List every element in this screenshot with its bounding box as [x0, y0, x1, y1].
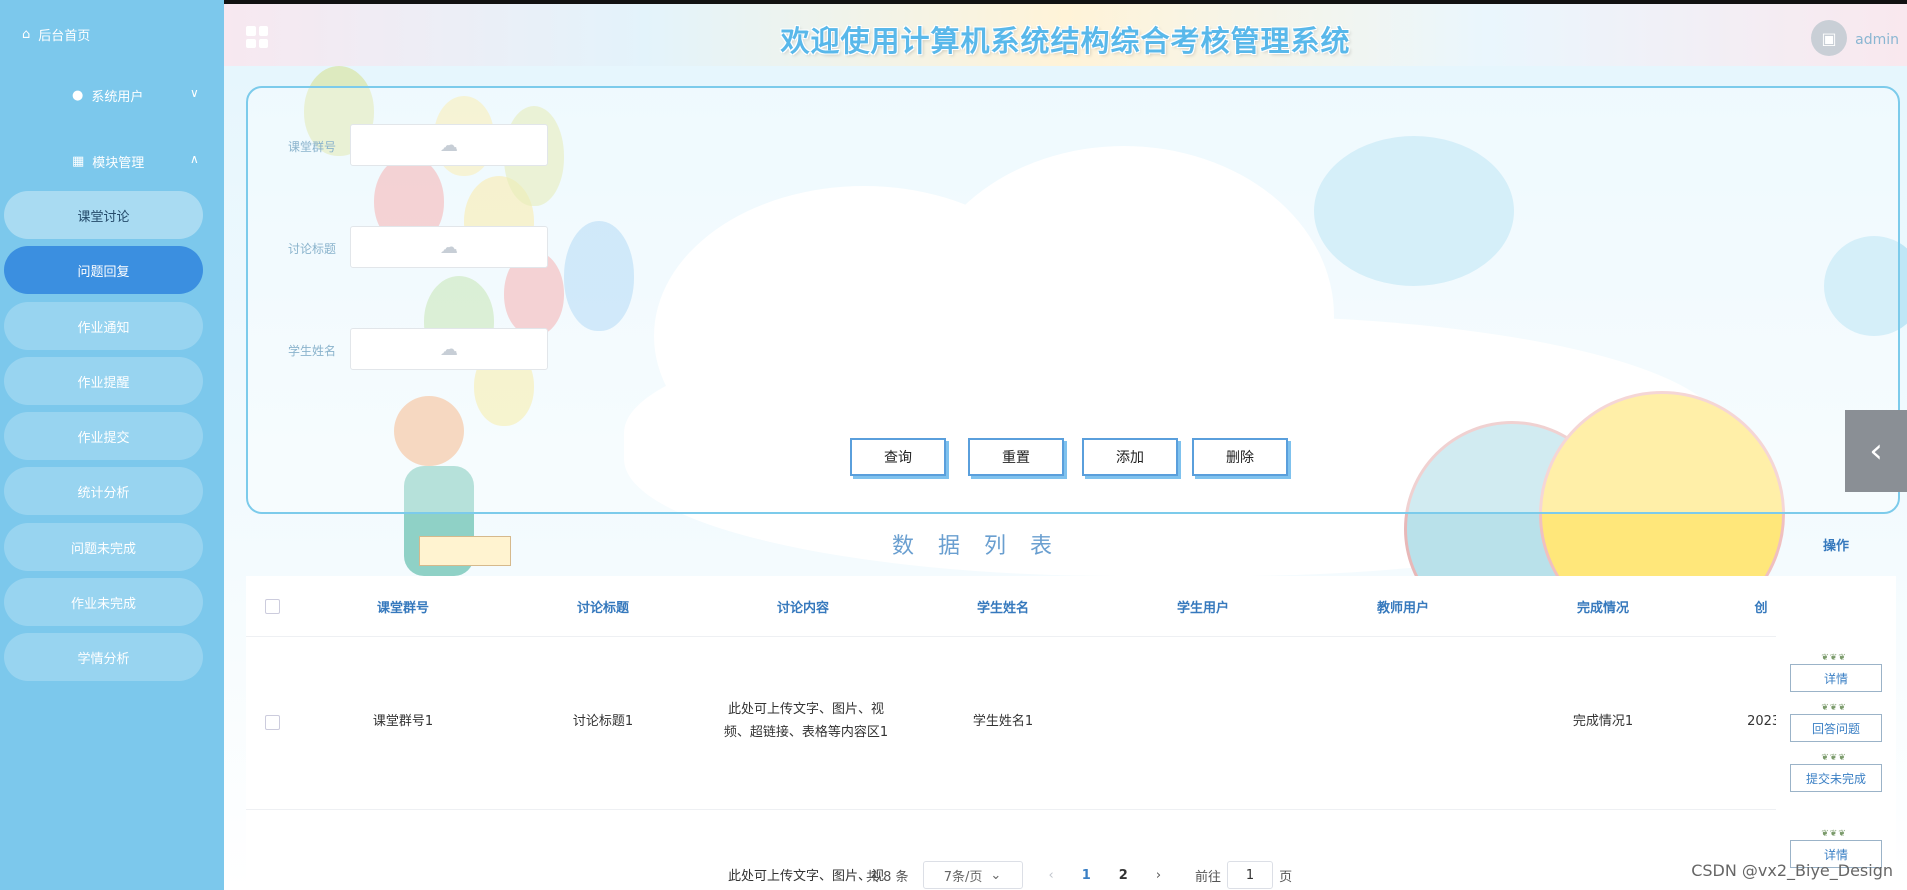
sidebar-group-module-management[interactable]: ▦ 模块管理: [72, 152, 144, 171]
leaf-decoration: ❦❦❦: [1821, 653, 1847, 663]
title-input[interactable]: ☁: [350, 226, 548, 268]
grid-icon: ▦: [72, 154, 85, 169]
sidebar-item-homework-submit[interactable]: 作业提交: [4, 412, 203, 460]
sidebar: ⌂ 后台首页 ● 系统用户 ∨ ▦ 模块管理 ∧ 课堂讨论 问题回复 作业通知 …: [0, 0, 224, 890]
sidebar-item-learning-analysis[interactable]: 学情分析: [4, 633, 203, 681]
column-header[interactable]: 讨论内容: [738, 576, 868, 636]
next-page-button[interactable]: ›: [1156, 868, 1161, 883]
cell-student-user: [1138, 696, 1268, 746]
sidebar-item-question-reply[interactable]: 问题回复: [4, 246, 203, 294]
actions-column: 操作 ❦❦❦ 详情 ❦❦❦ 回答问题 ❦❦❦ 提交未完成 ❦❦❦ 详情: [1776, 539, 1896, 890]
sidebar-item-question-incomplete[interactable]: 问题未完成: [4, 523, 203, 571]
cloud-icon: ☁: [440, 134, 458, 156]
select-all-checkbox[interactable]: [265, 599, 280, 614]
page-size-select[interactable]: 7条/页 ⌄: [922, 861, 1023, 889]
cell-group: 课堂群号1: [372, 713, 434, 729]
cell-student-name: 学生姓名1: [972, 713, 1034, 729]
collapse-panel-button[interactable]: ‹: [1845, 410, 1907, 492]
column-header[interactable]: 创: [1746, 576, 1776, 636]
page-2-button[interactable]: 2: [1119, 868, 1128, 883]
goto-label: 前往: [1195, 869, 1222, 885]
row-divider: [246, 636, 1806, 637]
chevron-left-icon: ‹: [1869, 431, 1883, 471]
sidebar-item-classroom-discussion[interactable]: 课堂讨论: [4, 191, 203, 239]
column-header: 操作: [1822, 538, 1849, 554]
reset-button[interactable]: 重置: [968, 438, 1064, 476]
cloud-icon: ☁: [440, 338, 458, 360]
cell-teacher-user: [1338, 696, 1468, 746]
add-button[interactable]: 添加: [1082, 438, 1178, 476]
student-name-input[interactable]: ☁: [350, 328, 548, 370]
cell-status: 完成情况1: [1572, 713, 1634, 729]
top-header: 欢迎使用计算机系统结构综合考核管理系统 ▣ admin: [224, 0, 1907, 70]
column-header[interactable]: 课堂群号: [338, 576, 468, 636]
main-content: 课堂群号 ☁ 讨论标题 ☁ 学生姓名 ☁ 查询 重置 添加 删除 数据列表 课堂…: [224, 66, 1907, 890]
field-label-title: 讨论标题: [288, 242, 337, 256]
sidebar-item-homework-notice[interactable]: 作业通知: [4, 302, 203, 350]
data-table: 课堂群号 讨论标题 讨论内容 学生姓名 学生用户 教师用户 完成情况 创 课堂群…: [246, 576, 1806, 890]
sidebar-item-statistics[interactable]: 统计分析: [4, 467, 203, 515]
watermark: CSDN @vx2_Biye_Design: [1691, 861, 1893, 880]
avatar[interactable]: ▣: [1811, 20, 1847, 56]
prev-page-button[interactable]: ‹: [1049, 868, 1054, 883]
goto-unit: 页: [1279, 869, 1293, 885]
chevron-down-icon[interactable]: ∨: [190, 86, 199, 100]
leaf-decoration: ❦❦❦: [1821, 703, 1847, 713]
row-checkbox[interactable]: [265, 715, 280, 730]
query-button[interactable]: 查询: [850, 438, 946, 476]
leaf-decoration: ❦❦❦: [1821, 829, 1847, 839]
column-header[interactable]: 学生用户: [1138, 576, 1268, 636]
pagination: 共 8 条 7条/页 ⌄ ‹ 1 2 › 前往 1 页: [866, 861, 1292, 889]
user-icon: ●: [72, 88, 84, 103]
column-header[interactable]: 讨论标题: [538, 576, 668, 636]
chevron-down-icon: ⌄: [990, 867, 1002, 883]
list-title: 数据列表: [891, 534, 1076, 559]
field-label-group: 课堂群号: [288, 140, 337, 154]
sidebar-group-system-users[interactable]: ● 系统用户: [72, 86, 143, 105]
delete-button[interactable]: 删除: [1192, 438, 1288, 476]
group-input[interactable]: ☁: [350, 124, 548, 166]
cell-content: 此处可上传文字、图片、视 频、超链接、表格等内容区1: [723, 702, 889, 740]
chevron-up-icon[interactable]: ∧: [190, 152, 199, 166]
sidebar-item-homework-reminder[interactable]: 作业提醒: [4, 357, 203, 405]
leaf-decoration: ❦❦❦: [1821, 753, 1847, 763]
total-count: 共 8 条: [866, 869, 909, 885]
home-icon: ⌂: [22, 27, 31, 42]
answer-question-button[interactable]: 回答问题: [1790, 714, 1882, 742]
column-header[interactable]: 学生姓名: [938, 576, 1068, 636]
page-title: 欢迎使用计算机系统结构综合考核管理系统: [780, 24, 1351, 58]
cloud-icon: ☁: [440, 236, 458, 258]
goto-page-input[interactable]: 1: [1227, 861, 1274, 889]
page-1-button[interactable]: 1: [1082, 868, 1091, 883]
sidebar-item-homework-incomplete[interactable]: 作业未完成: [4, 578, 203, 626]
sidebar-home[interactable]: ⌂ 后台首页: [22, 25, 90, 44]
cell-title: 讨论标题1: [572, 713, 634, 729]
field-label-student: 学生姓名: [288, 344, 337, 358]
row-divider: [246, 809, 1806, 810]
submit-incomplete-button[interactable]: 提交未完成: [1790, 764, 1882, 792]
column-header[interactable]: 完成情况: [1538, 576, 1668, 636]
username[interactable]: admin: [1855, 32, 1899, 48]
detail-button[interactable]: 详情: [1790, 664, 1882, 692]
column-header[interactable]: 教师用户: [1338, 576, 1468, 636]
